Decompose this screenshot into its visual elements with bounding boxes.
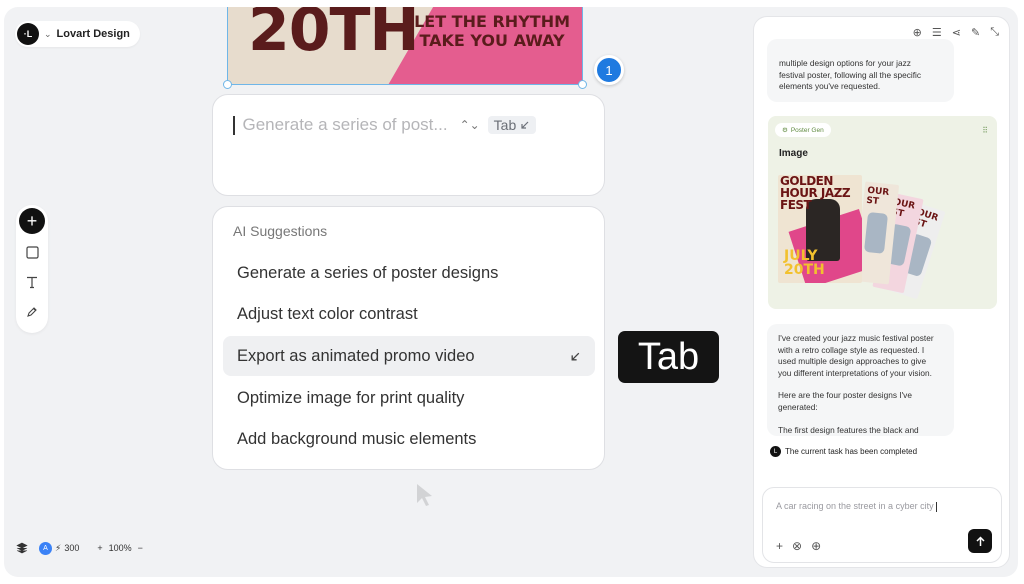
poster-thumbnail[interactable]: GOLDEN HOUR JAZZ FEST JULY 20TH <box>778 175 862 283</box>
suggestion-label: Optimize image for print quality <box>237 388 465 407</box>
poster-image: 20TH LET THE RHYTHM TAKE YOU AWAY <box>228 7 582 84</box>
prompt-placeholder: Generate a series of post... <box>242 115 448 134</box>
suggestion-item-selected[interactable]: Export as animated promo video <box>223 336 595 377</box>
suggestions-list: Generate a series of poster designs Adju… <box>223 253 595 461</box>
task-status: L The current task has been completed <box>770 446 917 457</box>
collapse-icon[interactable]: ⤡ <box>990 26 999 39</box>
text-tool[interactable] <box>20 270 44 294</box>
pen-icon <box>27 307 37 317</box>
prompt-input[interactable]: Generate a series of post... ⌃⌄ Tab <box>212 94 605 196</box>
message-line: I've created your jazz music festival po… <box>778 333 934 343</box>
link-icon[interactable]: ⊗ <box>792 539 802 553</box>
grid-icon[interactable]: ⠿ <box>982 126 988 135</box>
poster-selection[interactable]: 20TH LET THE RHYTHM TAKE YOU AWAY <box>223 7 587 89</box>
cursor-icon <box>417 484 432 506</box>
suggestion-label: Generate a series of poster designs <box>237 263 499 282</box>
tab-key-overlay: Tab <box>618 331 719 383</box>
tool-rail: + <box>16 205 48 333</box>
message-line: Here are the four poster designs I've <box>778 390 912 401</box>
app-canvas: ·L ⌄ Lovart Design + 20TH LET THE RHYTHM… <box>4 7 1018 577</box>
frame-tool[interactable] <box>20 240 44 264</box>
layers-icon[interactable] <box>15 541 29 555</box>
tool-pill: ⚙ Poster Gen <box>775 123 831 137</box>
project-switcher[interactable]: ·L ⌄ Lovart Design <box>15 21 140 47</box>
suggestion-label: Adjust text color contrast <box>237 305 418 324</box>
assistant-message: multiple design options for your jazz fe… <box>767 39 954 102</box>
arrow-down-left-icon <box>571 352 580 361</box>
collaborator-badge[interactable]: 1 <box>594 55 624 85</box>
lovart-logo-icon: L <box>770 446 781 457</box>
resize-handle-bl[interactable] <box>223 80 232 89</box>
suggestion-label: Add background music elements <box>237 430 477 449</box>
poster-tagline-1: LET THE RHYTHM <box>414 12 570 31</box>
arrow-down-left-icon <box>521 121 529 129</box>
history-icon[interactable]: ☰ <box>932 26 942 39</box>
poster-gen-card[interactable]: ⚙ Poster Gen ⠿ Image OUR ST OUR ST OUR S… <box>768 116 997 309</box>
chat-panel: ⊕ ☰ ⋖ ✎ ⤡ multiple design options for yo… <box>753 16 1010 568</box>
poster-tagline-2: TAKE YOU AWAY <box>419 31 565 51</box>
zoom-in-button[interactable]: + <box>97 543 102 553</box>
arrow-up-icon <box>975 535 985 546</box>
suggestion-item[interactable]: Adjust text color contrast <box>223 295 595 335</box>
tool-name: Poster Gen <box>790 126 824 134</box>
chevron-down-icon: ⌄ <box>44 28 52 39</box>
suggestions-heading: AI Suggestions <box>233 223 328 239</box>
attach-plus-icon[interactable]: + <box>776 539 783 553</box>
message-line: used multiple design approaches to give <box>778 356 927 367</box>
poster-tagline: LET THE RHYTHM TAKE YOU AWAY <box>414 12 570 50</box>
chat-input-placeholder: A car racing on the street in a cyber ci… <box>776 501 937 512</box>
credits-count: 300 <box>64 543 80 553</box>
avatar: A <box>39 541 52 555</box>
message-line: with a retro collage style as requested.… <box>778 344 925 355</box>
lovart-logo-icon: ·L <box>17 23 39 45</box>
chat-input-tools: + ⊗ ⊕ <box>776 539 821 553</box>
project-name: Lovart Design <box>56 28 130 40</box>
send-button[interactable] <box>968 529 992 553</box>
suggestion-label: Export as animated promo video <box>237 346 475 365</box>
thumb-heading: OUR ST <box>865 185 890 207</box>
chat-toolbar: ⊕ ☰ ⋖ ✎ ⤡ <box>913 26 999 39</box>
tab-hint-chip: Tab <box>487 116 537 134</box>
globe-icon[interactable]: ⊕ <box>811 539 821 553</box>
poster-collage[interactable]: OUR ST OUR ST OUR ST GOLDEN HOUR JAZZ FE… <box>778 169 953 300</box>
updown-chevron-icon[interactable]: ⌃⌄ <box>460 118 480 132</box>
square-icon <box>25 245 39 259</box>
suggestion-item[interactable]: Optimize image for print quality <box>223 378 595 418</box>
chat-input[interactable]: A car racing on the street in a cyber ci… <box>762 487 1002 563</box>
status-text: The current task has been completed <box>785 447 918 456</box>
zoom-control: + 100% − <box>97 543 143 553</box>
thumb-heading: GOLDEN HOUR JAZZ FEST <box>780 175 851 212</box>
suggestion-item[interactable]: Add background music elements <box>223 420 595 460</box>
suggestion-item[interactable]: Generate a series of poster designs <box>223 253 595 293</box>
message-text: multiple design options for your jazz fe… <box>779 58 922 92</box>
share-icon[interactable]: ⋖ <box>952 26 961 39</box>
edit-icon[interactable]: ✎ <box>971 26 980 39</box>
text-icon <box>27 276 37 289</box>
message-line: generated: <box>778 402 818 413</box>
add-button[interactable]: + <box>19 208 45 234</box>
bolt-icon: ⚡ <box>55 542 62 553</box>
credits-indicator[interactable]: A ⚡ 300 <box>39 541 80 555</box>
bottom-bar: A ⚡ 300 + 100% − <box>15 541 143 555</box>
tab-hint-label: Tab <box>493 117 517 133</box>
ai-suggestions-panel: AI Suggestions Generate a series of post… <box>212 206 605 470</box>
new-chat-icon[interactable]: ⊕ <box>913 26 922 39</box>
resize-handle-br[interactable] <box>578 80 587 89</box>
message-line: The first design features the black and <box>778 424 919 435</box>
text-caret <box>233 115 235 135</box>
poster-big-text: 20TH <box>248 7 420 65</box>
assistant-message: I've created your jazz music festival po… <box>767 324 954 436</box>
thumb-footer: JULY 20TH <box>784 248 825 278</box>
zoom-out-button[interactable]: − <box>138 543 143 553</box>
card-title: Image <box>779 148 808 159</box>
pen-tool[interactable] <box>20 300 44 324</box>
zoom-level[interactable]: 100% <box>109 543 132 553</box>
message-line: you different interpretations of your vi… <box>778 367 932 378</box>
gear-icon: ⚙ <box>782 127 788 134</box>
